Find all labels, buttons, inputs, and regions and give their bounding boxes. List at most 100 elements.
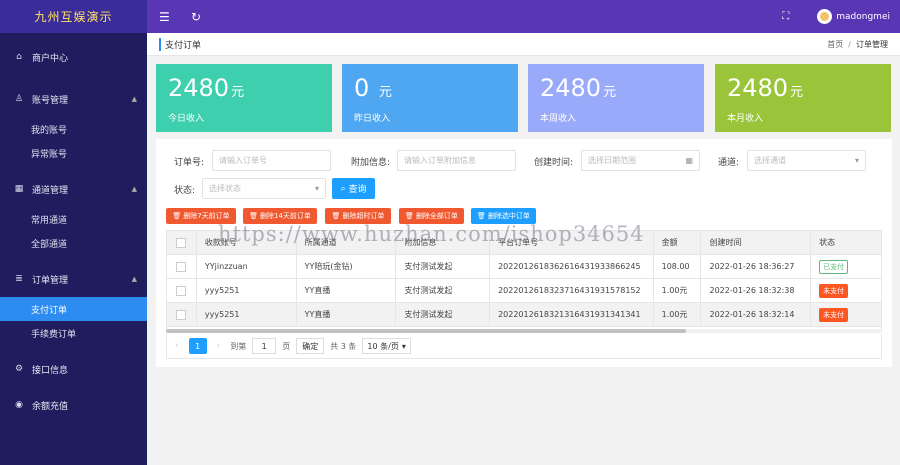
stat-label: 昨日收入 bbox=[354, 114, 391, 124]
stat-card-yesterday: 0 元 昨日收入 bbox=[342, 64, 518, 132]
cell-account: yyy5251 bbox=[197, 303, 297, 326]
chevron-down-icon: ▾ bbox=[854, 156, 859, 165]
stat-label: 本周收入 bbox=[540, 114, 577, 124]
chevron-up-icon: ▲ bbox=[131, 275, 137, 283]
stat-card-today: 2480 元 今日收入 bbox=[156, 64, 332, 132]
order-no-input[interactable]: 请输入订单号 bbox=[212, 150, 331, 171]
cell-extra: 支付测试发起 bbox=[396, 279, 491, 302]
fullscreen-icon[interactable]: ⛶ bbox=[782, 11, 789, 22]
cell-channel: YY陪玩(金钻) bbox=[297, 255, 397, 278]
nav-label: 通道管理 bbox=[32, 185, 69, 196]
nav-api-info[interactable]: ⚙ 接口信息 bbox=[0, 351, 147, 387]
trash-icon: 🗑 bbox=[331, 212, 341, 220]
goto-page-input[interactable]: 1 bbox=[252, 338, 277, 354]
select-all-checkbox[interactable] bbox=[176, 237, 187, 248]
cell-account: yyy5251 bbox=[197, 279, 297, 302]
goto-confirm-button[interactable]: 确定 bbox=[296, 338, 325, 354]
stat-label: 今日收入 bbox=[168, 114, 205, 124]
username[interactable]: madongmei bbox=[836, 12, 890, 22]
gear-icon: ⚙ bbox=[14, 364, 24, 374]
chevron-up-icon: ▲ bbox=[131, 95, 137, 103]
nav-account-management[interactable]: ♙ 账号管理 ▲ bbox=[0, 81, 147, 117]
scrollbar-thumb[interactable] bbox=[166, 329, 686, 333]
cell-account: YYjinzzuan bbox=[197, 255, 297, 278]
menu-toggle-icon[interactable]: ☰ bbox=[159, 10, 179, 24]
delete-all-button[interactable]: 🗑 删除全部订单 bbox=[399, 208, 464, 224]
nav-label: 余额充值 bbox=[32, 401, 69, 412]
nav-label: 接口信息 bbox=[32, 365, 69, 376]
nav-order-management[interactable]: ≣ 订单管理 ▲ bbox=[0, 261, 147, 297]
header-amount[interactable]: 金额 bbox=[654, 231, 702, 254]
nav-my-account[interactable]: 我的账号 bbox=[0, 117, 147, 141]
chevron-down-icon: ▾ bbox=[314, 184, 319, 193]
header-status[interactable]: 状态 bbox=[811, 231, 881, 254]
refresh-icon[interactable]: ↻ bbox=[191, 10, 211, 24]
stat-unit: 元 bbox=[231, 85, 245, 100]
page-current[interactable]: 1 bbox=[188, 338, 207, 354]
order-icon: ≣ bbox=[15, 274, 23, 284]
row-checkbox[interactable] bbox=[176, 285, 187, 296]
date-range-input[interactable]: 选择日期范围 ▦ bbox=[581, 150, 700, 171]
page-unit: 页 bbox=[282, 341, 291, 351]
delete-14day-button[interactable]: 🗑 删除14天前订单 bbox=[243, 208, 317, 224]
nav-label: 订单管理 bbox=[32, 275, 69, 286]
app-logo: 九州互娱演示 bbox=[0, 0, 147, 33]
cell-channel: YY直播 bbox=[297, 303, 397, 326]
status-badge: 已支付 bbox=[819, 259, 849, 274]
cell-time: 2022-01-26 18:32:14 bbox=[701, 303, 812, 326]
header-channel[interactable]: 所属通道 bbox=[297, 231, 397, 254]
trash-icon: 🗑 bbox=[405, 212, 414, 220]
status-label: 状态: bbox=[174, 186, 196, 196]
extra-info-input[interactable]: 请输入订单附加信息 bbox=[397, 150, 516, 171]
row-checkbox[interactable] bbox=[176, 309, 187, 320]
search-button[interactable]: ⌕ 查询 bbox=[332, 178, 375, 199]
calendar-icon: ▦ bbox=[685, 156, 693, 165]
table-row[interactable]: YYjinzzuan YY陪玩(金钻) 支付测试发起 2022012618362… bbox=[167, 255, 881, 279]
stat-card-week: 2480 元 本周收入 bbox=[528, 64, 704, 132]
prev-page-icon[interactable]: ‹ bbox=[175, 341, 179, 351]
chevron-up-icon: ▲ bbox=[131, 185, 137, 193]
cell-time: 2022-01-26 18:32:38 bbox=[701, 279, 812, 302]
pagination: ‹ 1 › 到第 1 页 确定 共 3 条 10 条/页 ▾ bbox=[166, 334, 882, 359]
nav-merchant-center[interactable]: ⌂ 商户中心 bbox=[0, 39, 147, 75]
delete-timeout-button[interactable]: 🗑 删除超时订单 bbox=[325, 208, 391, 224]
nav-balance-recharge[interactable]: ◉ 余额充值 bbox=[0, 387, 147, 423]
cell-channel: YY直播 bbox=[297, 279, 397, 302]
nav-all-channels[interactable]: 全部通道 bbox=[0, 231, 147, 255]
table-row[interactable]: yyy5251 YY直播 支付测试发起 20220126183213164319… bbox=[167, 303, 881, 327]
status-badge: 未支付 bbox=[819, 283, 849, 298]
header-time[interactable]: 创建时间 bbox=[701, 231, 812, 254]
channel-select[interactable]: 选择通道 ▾ bbox=[747, 150, 866, 171]
cell-amount: 1.00元 bbox=[654, 279, 702, 302]
page-size-value: 10 条/页 bbox=[367, 341, 399, 351]
row-checkbox[interactable] bbox=[176, 261, 187, 272]
nav-common-channels[interactable]: 常用通道 bbox=[0, 207, 147, 231]
goto-label: 到第 bbox=[230, 341, 247, 351]
total-count: 共 3 条 bbox=[330, 341, 357, 351]
header-extra[interactable]: 附加信息 bbox=[396, 231, 491, 254]
table-row[interactable]: yyy5251 YY直播 支付测试发起 20220126183237164319… bbox=[167, 279, 881, 303]
header-account[interactable]: 收款账号 bbox=[197, 231, 297, 254]
cell-extra: 支付测试发起 bbox=[396, 303, 491, 326]
breadcrumb-home[interactable]: 首页 bbox=[827, 40, 843, 49]
nav-fee-orders[interactable]: 手续费订单 bbox=[0, 321, 147, 345]
next-page-icon[interactable]: › bbox=[217, 341, 221, 351]
status-select[interactable]: 选择状态 ▾ bbox=[202, 178, 326, 199]
create-time-label: 创建时间: bbox=[534, 158, 574, 168]
stat-unit: 元 bbox=[790, 85, 804, 100]
nav-abnormal-account[interactable]: 异常账号 bbox=[0, 141, 147, 165]
orders-panel: 订单号: 请输入订单号 附加信息: 请输入订单附加信息 创建时间: 选择日期范围… bbox=[156, 139, 892, 367]
cell-time: 2022-01-26 18:36:27 bbox=[701, 255, 812, 278]
topbar: ☰ ↻ ⛶ madongmei bbox=[147, 0, 900, 33]
header-order-no[interactable]: 平台订单号 bbox=[490, 231, 654, 254]
page-size-select[interactable]: 10 条/页 ▾ bbox=[362, 338, 411, 354]
delete-7day-button[interactable]: 🗑 删除7天前订单 bbox=[166, 208, 236, 224]
status-badge: 未支付 bbox=[819, 307, 849, 322]
horizontal-scrollbar[interactable] bbox=[166, 329, 882, 333]
delete-selected-button[interactable]: 🗑 删除选中订单 bbox=[471, 208, 536, 224]
nav-payment-orders[interactable]: 支付订单 bbox=[0, 297, 147, 321]
nav-channel-management[interactable]: ▦ 通道管理 ▲ bbox=[0, 171, 147, 207]
avatar[interactable] bbox=[817, 9, 833, 24]
button-label: 删除选中订单 bbox=[487, 212, 530, 220]
breadcrumb-separator: / bbox=[848, 39, 851, 49]
